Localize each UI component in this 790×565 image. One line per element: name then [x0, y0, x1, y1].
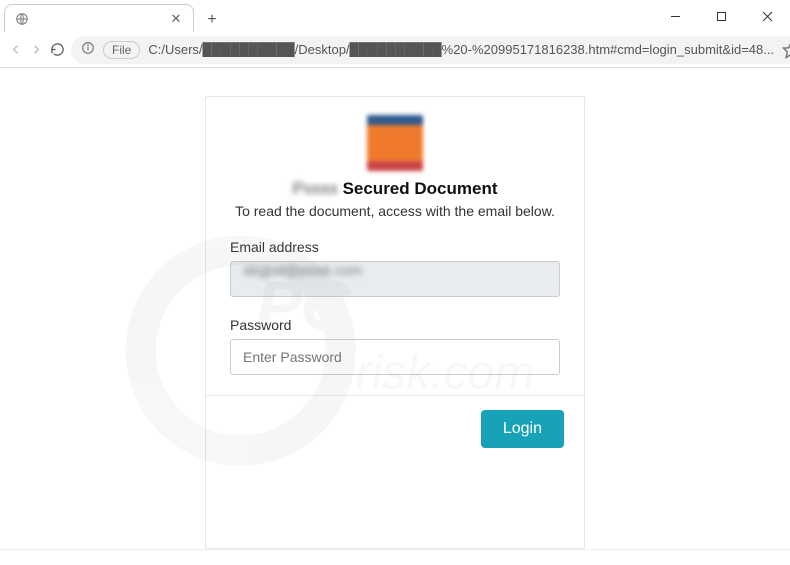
- file-origin-chip: File: [103, 41, 140, 59]
- password-label: Password: [230, 317, 560, 333]
- password-field-group: Password: [230, 317, 560, 375]
- brand-logo-icon: [367, 115, 423, 171]
- email-field-group: Email address abgjud@psisk.com: [230, 239, 560, 297]
- page-subheadline: To read the document, access with the em…: [230, 203, 560, 219]
- file-chip-label: File: [112, 43, 131, 57]
- close-window-button[interactable]: [744, 0, 790, 32]
- bookmark-star-icon[interactable]: [782, 41, 790, 59]
- window-footer: [0, 549, 790, 565]
- back-button[interactable]: [8, 38, 23, 62]
- page-headline: Pxxxx Secured Document: [230, 179, 560, 199]
- page-viewport: PC risk.com Pxxxx Secured Document To re…: [0, 68, 790, 549]
- reload-button[interactable]: [50, 38, 65, 62]
- login-button[interactable]: Login: [481, 410, 564, 448]
- login-card: Pxxxx Secured Document To read the docum…: [205, 96, 585, 549]
- brand-name: Pxxxx: [292, 179, 337, 199]
- close-tab-icon[interactable]: ✕: [169, 12, 183, 26]
- email-field[interactable]: abgjud@psisk.com: [230, 261, 560, 297]
- url-text: C:/Users/██████████/Desktop/██████████%2…: [148, 42, 774, 57]
- window-controls: [652, 0, 790, 32]
- card-footer: Login: [206, 395, 584, 462]
- password-field[interactable]: [230, 339, 560, 375]
- new-tab-button[interactable]: +: [200, 8, 224, 32]
- headline-main: Secured Document: [343, 179, 498, 198]
- email-label: Email address: [230, 239, 560, 255]
- globe-icon: [15, 12, 29, 26]
- minimize-button[interactable]: [652, 0, 698, 32]
- browser-tab[interactable]: ✕: [4, 4, 194, 32]
- email-value: abgjud@psisk.com: [243, 262, 362, 278]
- window-titlebar: ✕ +: [0, 0, 790, 32]
- info-icon: [81, 41, 95, 58]
- tab-strip: ✕ +: [0, 0, 652, 32]
- maximize-button[interactable]: [698, 0, 744, 32]
- address-bar[interactable]: File C:/Users/██████████/Desktop/███████…: [71, 36, 790, 64]
- browser-toolbar: File C:/Users/██████████/Desktop/███████…: [0, 32, 790, 68]
- forward-button[interactable]: [29, 38, 44, 62]
